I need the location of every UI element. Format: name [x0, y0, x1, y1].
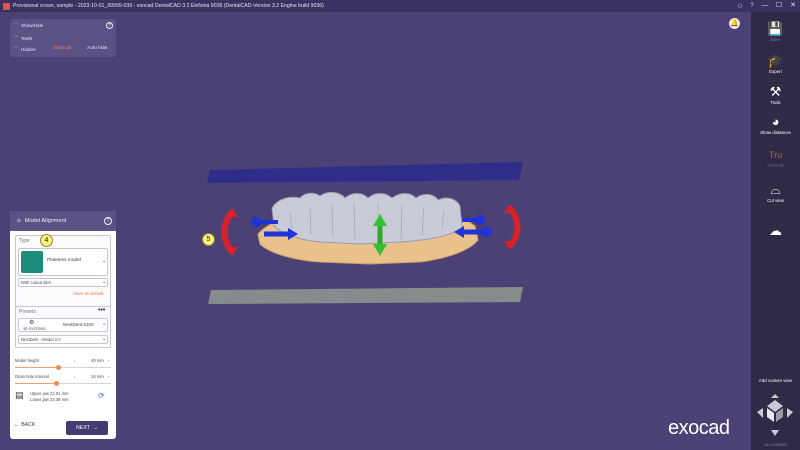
- drain-hole-fill: [15, 383, 57, 385]
- tools-icon: ⚒: [769, 84, 782, 99]
- truesmile-icon: Tru: [768, 150, 783, 160]
- expert-label: Expert: [769, 69, 782, 74]
- tools-label: Tools: [770, 100, 781, 105]
- show-distances-label: Show distances: [760, 130, 791, 135]
- model-height-fill: [15, 367, 59, 369]
- trusmile-button[interactable]: Tru TruSmile: [751, 148, 800, 168]
- model-height-label: Model height: [15, 358, 39, 363]
- next-label: NEXT: [75, 425, 90, 431]
- expert-button[interactable]: 🎓 Expert: [751, 53, 800, 75]
- printer-logo-icon: ⚙: [29, 320, 35, 326]
- trusmile-label: TruSmile: [766, 163, 785, 168]
- more-options-icon[interactable]: •••: [98, 307, 105, 314]
- help-icon[interactable]: ?: [104, 217, 112, 225]
- chevron-down-icon: ⌄: [102, 279, 107, 285]
- refresh-icon[interactable]: ⟳: [98, 391, 105, 400]
- chevron-right-icon[interactable]: ›: [108, 358, 109, 363]
- cloud-button[interactable]: ☁: [751, 224, 800, 238]
- view-cube-icon[interactable]: [751, 392, 800, 442]
- model-thumbnail-icon: [21, 251, 43, 273]
- window-title: Provisional crown, sample - 2023-10-01_9…: [13, 3, 324, 9]
- arrow-right-icon: →: [92, 425, 99, 431]
- chevron-down-icon: ⌄: [102, 321, 107, 327]
- chevron-down-icon: ﹀: [14, 22, 18, 27]
- title-bar: Provisional crown, sample - 2023-10-01_9…: [0, 0, 800, 12]
- tools-button[interactable]: ⚒ Tools: [751, 84, 800, 106]
- upper-teeth: [271, 191, 463, 245]
- show-hide-title: Show/Hide: [21, 22, 44, 28]
- minimize-button[interactable]: —: [758, 0, 772, 12]
- chevron-down-icon: ⌄: [102, 258, 107, 264]
- back-label: BACK: [21, 422, 36, 428]
- wand-icon: ✧: [16, 218, 22, 225]
- show-distances-button[interactable]: ◕ Show distances: [751, 114, 800, 136]
- right-sidebar: 💾 Save 🎓 Expert ⚒ Tools ◕ Show distances…: [751, 12, 800, 450]
- drain-hole-label: Drain hole interval: [15, 374, 49, 379]
- model-height-thumb[interactable]: [55, 365, 61, 370]
- next-button[interactable]: NEXT →: [66, 421, 108, 435]
- show-distances-icon: ◕: [771, 114, 780, 129]
- arrow-left-icon: ←: [14, 422, 20, 428]
- maximize-button[interactable]: ☐: [772, 0, 786, 12]
- presets-label: Presets: [19, 309, 36, 315]
- model-height-value: 40 mm: [91, 358, 104, 363]
- save-icon: 💾: [767, 21, 784, 36]
- hidden-label: Hidden: [21, 46, 36, 52]
- upper-plane: [207, 162, 523, 183]
- model-type-value: Plateless model: [47, 258, 81, 263]
- teeth-row[interactable]: ﹀ Teeth: [14, 33, 32, 43]
- app-icon: [3, 2, 10, 10]
- type-badge: 4: [40, 234, 53, 247]
- save-button[interactable]: 💾 Save: [751, 21, 800, 43]
- chevron-down-icon: ⌄: [102, 336, 107, 342]
- dies-value: With cutout dies: [21, 280, 51, 285]
- chevron-left-icon[interactable]: ‹: [74, 358, 75, 363]
- panel-header: ✧ Model Alignment ?: [10, 211, 116, 231]
- add-custom-view-button[interactable]: Add custom view: [751, 377, 800, 383]
- cut-view-icon: ⌓: [770, 182, 781, 197]
- step-badge: 5: [202, 233, 215, 246]
- chevron-down-icon: ﹀: [14, 46, 18, 51]
- auto-hide-button[interactable]: Auto hide: [87, 46, 107, 51]
- expert-icon: 🎓: [767, 53, 784, 68]
- version-label: v3.2-9036/64: [764, 443, 787, 447]
- rotate-left-handle: [221, 210, 235, 254]
- hidden-row[interactable]: ﹀ Hidden: [14, 44, 36, 54]
- show-hide-panel: ﹀ Show/Hide ? ﹀ Teeth ﹀ Hidden Show all …: [10, 19, 116, 57]
- printer-value: NextDent 5100: [63, 322, 94, 327]
- chevron-left-icon[interactable]: ‹: [74, 374, 75, 379]
- cut-view-label: Cut view: [767, 198, 784, 203]
- chevron-right-icon[interactable]: ›: [108, 374, 109, 379]
- jaw-height-icon: ▤: [15, 390, 24, 400]
- help-icon[interactable]: ?: [106, 22, 113, 29]
- exocad-logo: exocad: [668, 417, 730, 439]
- save-default-button[interactable]: Save as default: [73, 291, 103, 296]
- cut-view-button[interactable]: ⌓ Cut view: [751, 182, 800, 204]
- upper-jaw-height: Upper jaw 22.91 mm: [30, 391, 69, 396]
- teeth-label: Teeth: [21, 35, 33, 41]
- rotate-right-handle: [507, 206, 521, 248]
- close-button[interactable]: ✕: [786, 0, 800, 12]
- cloud-icon: ☁: [769, 223, 782, 238]
- show-all-button[interactable]: Show all: [53, 46, 71, 51]
- lower-plane: [208, 287, 523, 304]
- type-label: Type: [19, 238, 30, 244]
- help-icon[interactable]: ?: [746, 3, 758, 9]
- back-button[interactable]: ← BACK: [14, 422, 35, 428]
- model-alignment-panel: ✧ Model Alignment ? Type 4 Plateless mod…: [10, 211, 116, 439]
- printer-logo-text: 3D SYSTEMS: [23, 327, 46, 331]
- drain-hole-thumb[interactable]: [53, 381, 59, 386]
- show-hide-header[interactable]: ﹀ Show/Hide: [14, 20, 43, 30]
- notification-icon[interactable]: 🔔: [729, 18, 740, 29]
- panel-title: Model Alignment: [24, 218, 67, 224]
- add-custom-view-label: Add custom view: [758, 378, 793, 383]
- lower-jaw-height: Lower jaw 23.39 mm: [30, 397, 69, 402]
- material-value: NextDent - Model 2.0: [21, 337, 61, 342]
- save-label: Save: [770, 37, 781, 42]
- user-icon[interactable]: ⚇: [734, 3, 746, 10]
- chevron-down-icon: ﹀: [14, 35, 18, 40]
- drain-hole-value: 16 mm: [91, 374, 104, 379]
